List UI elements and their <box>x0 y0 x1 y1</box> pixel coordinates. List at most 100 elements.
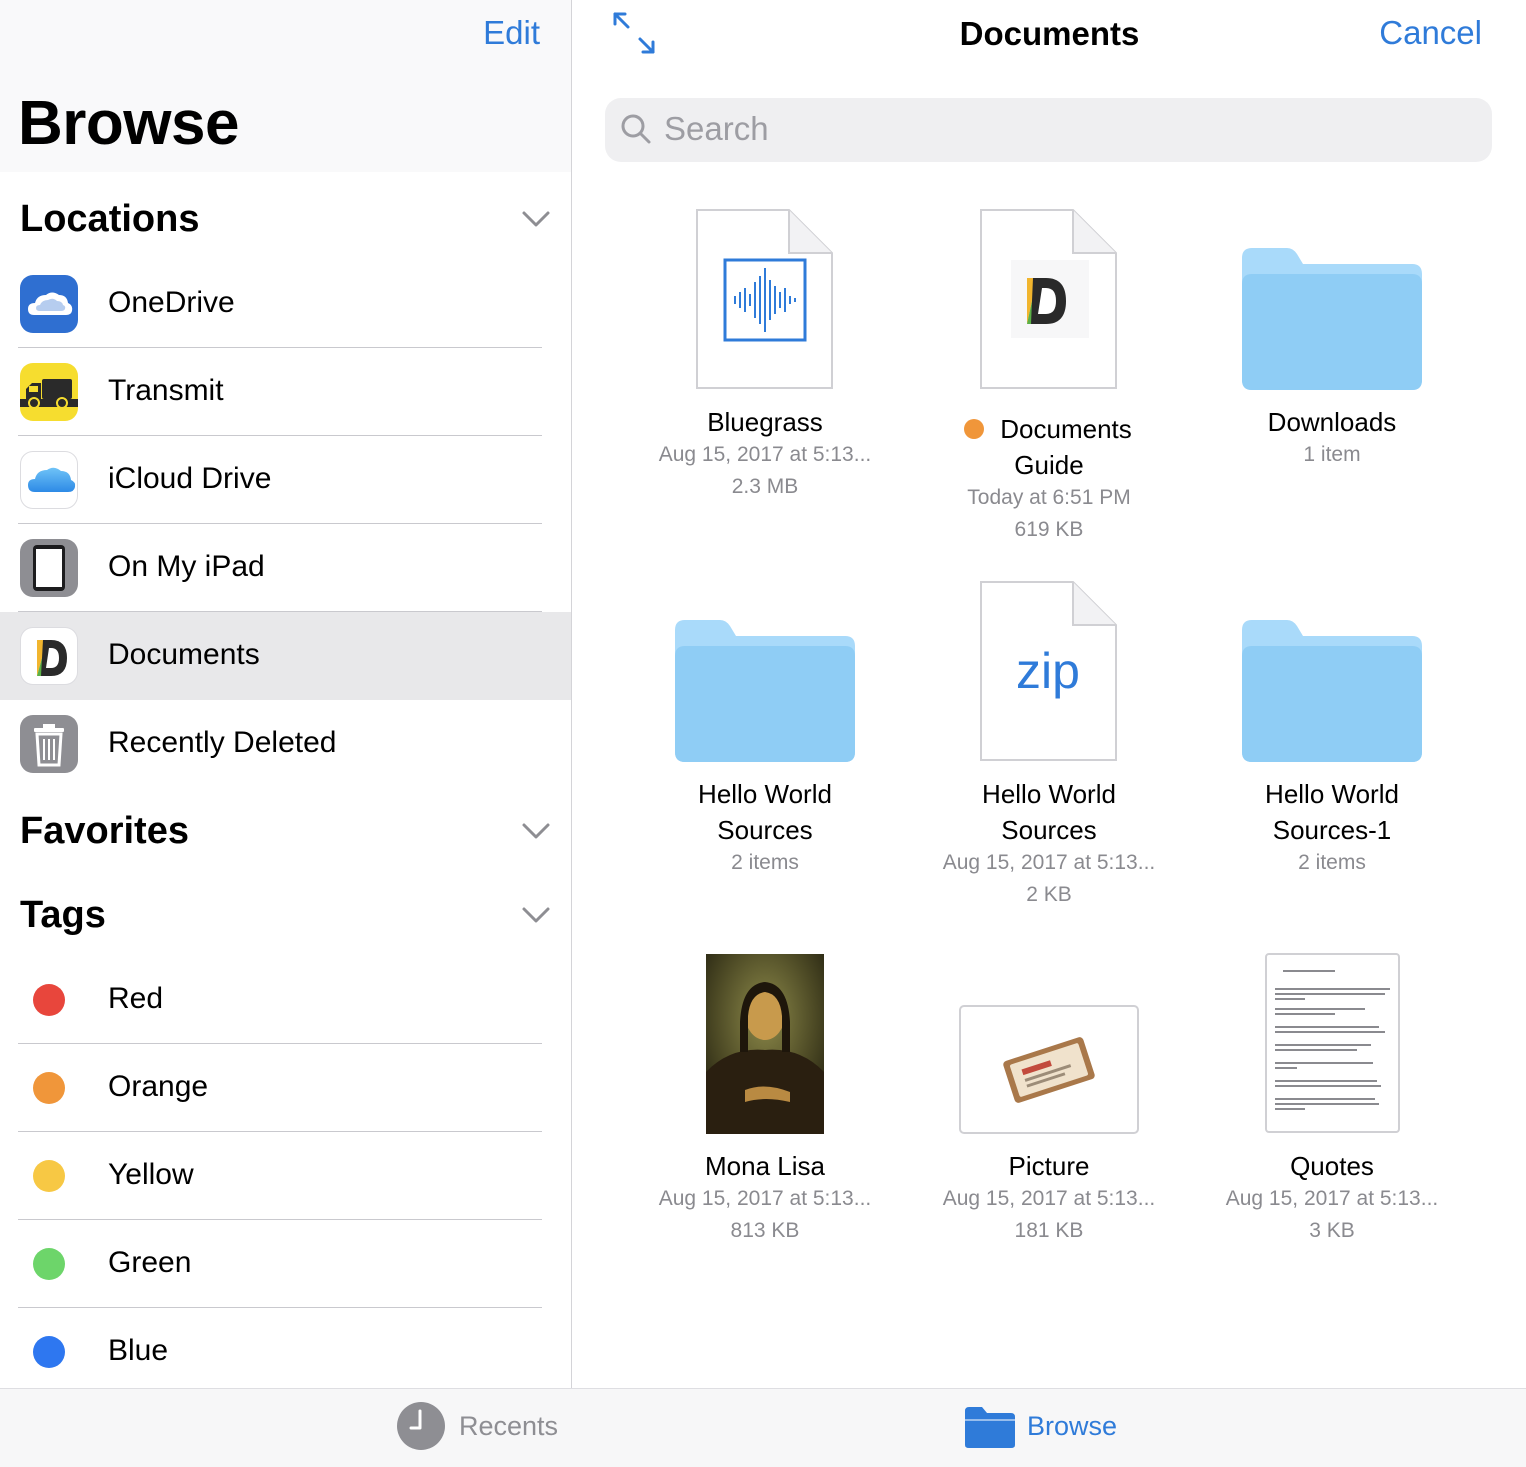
transmit-truck-icon <box>20 363 78 421</box>
sidebar-tag-blue[interactable]: Blue <box>0 1308 571 1388</box>
folder-icon <box>965 1407 1015 1448</box>
chevron-down-icon[interactable] <box>520 204 552 232</box>
sidebar-item-label: OneDrive <box>108 286 235 319</box>
file-date: Aug 15, 2017 at 5:13... <box>658 443 872 466</box>
icloud-icon <box>20 451 78 509</box>
folder-item-downloads[interactable]: Downloads 1 item <box>1207 208 1457 488</box>
tab-label: Recents <box>459 1411 559 1441</box>
folder-name-line2: Sources <box>717 815 813 845</box>
tag-label: Yellow <box>108 1158 194 1191</box>
tab-browse[interactable]: Browse <box>964 1401 1134 1457</box>
green-tag-dot-icon <box>33 1248 65 1280</box>
folder-icon <box>675 620 855 762</box>
zip-label: zip <box>1016 643 1080 699</box>
file-item-bluegrass[interactable]: Bluegrass Aug 15, 2017 at 5:13... 2.3 MB <box>640 208 890 508</box>
folder-item-hello-world-sources[interactable]: Hello World Sources 2 items <box>640 580 890 880</box>
sidebar-tag-green[interactable]: Green <box>0 1220 571 1308</box>
folder-item-count: 2 items <box>1298 851 1366 874</box>
tag-label: Green <box>108 1246 192 1279</box>
file-name-line2: Sources <box>1001 815 1097 845</box>
search-placeholder: Search <box>664 110 769 147</box>
audio-waveform-icon <box>696 209 833 389</box>
file-item-documents-guide[interactable]: Documents Guide Today at 6:51 PM 619 KB <box>924 208 1174 548</box>
sidebar-item-label: On My iPad <box>108 550 265 583</box>
tag-label: Blue <box>108 1334 169 1367</box>
file-item-hello-world-sources-zip[interactable]: zip Hello World Sources Aug 15, 2017 at … <box>924 580 1174 920</box>
file-date: Aug 15, 2017 at 5:13... <box>942 851 1156 874</box>
search-input[interactable]: Search <box>605 98 1492 162</box>
sidebar-item-on-my-ipad[interactable]: On My iPad <box>0 524 571 612</box>
cancel-button[interactable]: Cancel <box>1379 14 1482 52</box>
file-size: 619 KB <box>1014 518 1084 541</box>
favorites-section-header[interactable]: Favorites <box>0 796 571 866</box>
folder-name: Hello World <box>698 779 832 809</box>
sidebar-item-label: Recently Deleted <box>108 726 337 759</box>
text-document-thumbnail <box>1265 953 1400 1133</box>
sidebar-item-icloud-drive[interactable]: iCloud Drive <box>0 436 571 524</box>
chevron-down-icon[interactable] <box>520 900 552 928</box>
sidebar-tag-orange[interactable]: Orange <box>0 1044 571 1132</box>
sidebar: Edit Browse Locations OneDrive Transmit … <box>0 0 572 1388</box>
file-date: Aug 15, 2017 at 5:13... <box>1225 1187 1439 1210</box>
sidebar-item-recently-deleted[interactable]: Recently Deleted <box>0 700 571 788</box>
file-size: 2.3 MB <box>731 475 799 498</box>
onedrive-icon <box>20 275 78 333</box>
documents-app-icon <box>980 209 1117 389</box>
ipad-icon <box>20 539 78 597</box>
file-item-mona-lisa[interactable]: Mona Lisa Aug 15, 2017 at 5:13... 813 KB <box>640 952 890 1252</box>
sidebar-item-label: Transmit <box>108 374 224 407</box>
file-item-quotes[interactable]: Quotes Aug 15, 2017 at 5:13... 3 KB <box>1207 952 1457 1252</box>
file-name: Documents <box>1000 414 1132 444</box>
tab-bar: Recents Browse <box>0 1388 1526 1467</box>
folder-name: Hello World <box>1265 779 1399 809</box>
file-name: Picture <box>1008 1151 1090 1181</box>
sidebar-tag-yellow[interactable]: Yellow <box>0 1132 571 1220</box>
search-icon <box>621 114 651 144</box>
tags-label: Tags <box>20 894 106 936</box>
locations-label: Locations <box>20 198 200 240</box>
folder-name: Downloads <box>1267 407 1397 437</box>
folder-name-line2: Sources-1 <box>1272 815 1392 845</box>
documents-app-icon <box>20 627 78 685</box>
tags-section-header[interactable]: Tags <box>0 880 571 950</box>
sidebar-item-documents[interactable]: Documents <box>0 612 571 700</box>
blue-tag-dot-icon <box>33 1336 65 1368</box>
sidebar-item-label: Documents <box>108 638 260 671</box>
tab-label: Browse <box>1027 1411 1118 1441</box>
edit-button[interactable]: Edit <box>483 14 540 52</box>
mona-lisa-thumbnail <box>706 954 824 1134</box>
locations-section-header[interactable]: Locations <box>0 184 571 254</box>
tag-label: Orange <box>108 1070 209 1103</box>
folder-item-count: 2 items <box>731 851 799 874</box>
tab-recents[interactable]: Recents <box>396 1401 576 1457</box>
file-name: Quotes <box>1290 1151 1374 1181</box>
file-name: Hello World <box>982 779 1116 809</box>
file-date: Aug 15, 2017 at 5:13... <box>942 1187 1156 1210</box>
folder-item-count: 1 item <box>1303 443 1361 466</box>
trash-icon <box>20 715 78 773</box>
file-size: 813 KB <box>730 1219 800 1242</box>
sidebar-item-label: iCloud Drive <box>108 462 272 495</box>
sidebar-header: Edit Browse <box>0 0 571 172</box>
yellow-tag-dot-icon <box>33 1160 65 1192</box>
file-size: 3 KB <box>1309 1219 1355 1242</box>
file-name-line2: Guide <box>1014 450 1084 480</box>
file-name: Mona Lisa <box>705 1151 825 1181</box>
file-size: 181 KB <box>1014 1219 1084 1242</box>
sidebar-item-onedrive[interactable]: OneDrive <box>0 260 571 348</box>
sidebar-tag-red[interactable]: Red <box>0 956 571 1044</box>
folder-item-hello-world-sources-1[interactable]: Hello World Sources-1 2 items <box>1207 580 1457 880</box>
clock-icon <box>397 1402 445 1450</box>
orange-tag-dot-icon <box>33 1072 65 1104</box>
page-title: Browse <box>18 89 239 158</box>
red-tag-dot-icon <box>33 984 65 1016</box>
favorites-label: Favorites <box>20 810 189 852</box>
sidebar-item-transmit[interactable]: Transmit <box>0 348 571 436</box>
file-name: Bluegrass <box>707 407 823 437</box>
file-date: Today at 6:51 PM <box>967 486 1131 509</box>
file-item-picture[interactable]: Picture Aug 15, 2017 at 5:13... 181 KB <box>924 952 1174 1252</box>
chevron-down-icon[interactable] <box>520 816 552 844</box>
file-date: Aug 15, 2017 at 5:13... <box>658 1187 872 1210</box>
file-browser: Documents Cancel Search Bluegrass Aug 15… <box>573 0 1526 1388</box>
zip-file-icon: zip <box>980 581 1117 761</box>
